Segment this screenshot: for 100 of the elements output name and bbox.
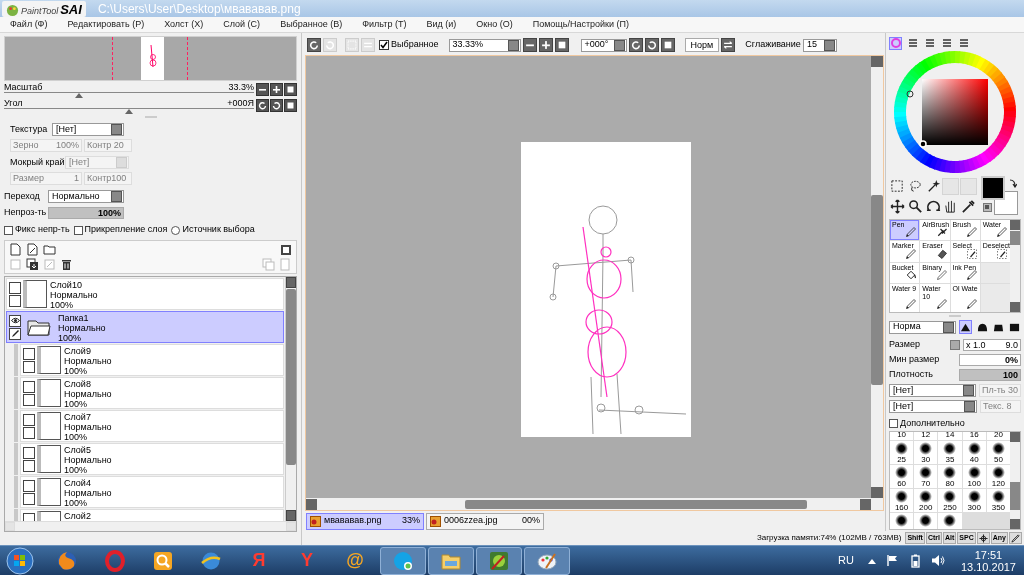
taskbar-app-button[interactable] <box>524 546 570 575</box>
zoom-icon[interactable] <box>907 198 923 214</box>
visibility-toggle[interactable] <box>23 413 35 426</box>
zoom-in-button[interactable] <box>538 38 553 52</box>
vertical-scrollbar[interactable] <box>871 56 883 498</box>
layer-row[interactable]: Слой7 Нормально 100% <box>20 410 284 442</box>
layer-row[interactable]: Слой9 Нормально 100% <box>20 344 284 376</box>
visibility-toggle[interactable] <box>23 347 35 360</box>
visibility-toggle[interactable] <box>23 446 35 459</box>
color-wheel[interactable] <box>894 51 1016 173</box>
modifier-key-indicator[interactable] <box>976 532 990 544</box>
brush-size-option[interactable]: 60 <box>890 465 914 488</box>
brush-shape-option[interactable] <box>959 320 973 334</box>
zoom-reset-button[interactable] <box>284 82 297 96</box>
language-indicator[interactable]: RU <box>838 552 854 569</box>
zoom-out-button[interactable] <box>256 82 269 96</box>
reset-colors-icon[interactable] <box>983 203 992 212</box>
up-arrow-icon[interactable] <box>867 557 876 564</box>
vertical-scrollbar[interactable] <box>1010 220 1020 312</box>
flag-icon[interactable] <box>885 554 899 567</box>
color-mode-tab[interactable] <box>889 36 902 50</box>
radio-button[interactable] <box>171 225 181 235</box>
smoothing-dropdown[interactable]: 15 <box>802 38 837 52</box>
brush-size-option[interactable]: 120 <box>986 465 1010 488</box>
menu-item[interactable]: Файл (Ф) <box>10 17 48 32</box>
menu-item[interactable]: Редактировать (Р) <box>67 17 145 32</box>
rotate-reset-button[interactable] <box>284 98 297 112</box>
move-icon[interactable] <box>890 198 905 214</box>
opacity-slider[interactable]: 100% <box>48 206 124 219</box>
edit-toggle[interactable] <box>23 459 35 472</box>
visibility-toggle[interactable] <box>23 380 35 393</box>
brush-size-option[interactable]: 20 <box>986 432 1010 440</box>
color-mode-tab[interactable] <box>923 36 936 50</box>
brush-size-option[interactable]: 16 <box>962 432 986 440</box>
density-slider[interactable]: 100 <box>959 368 1021 381</box>
speaker-icon[interactable] <box>930 554 945 567</box>
rotate-reset-button[interactable] <box>660 38 675 52</box>
color-mode-tab[interactable] <box>957 36 970 50</box>
brush-size-option[interactable] <box>938 513 962 529</box>
layer-row[interactable]: Слой8 Нормально 100% <box>20 377 284 409</box>
checkbox[interactable] <box>379 40 389 50</box>
zoom-reset-button[interactable] <box>554 38 569 52</box>
primary-color-swatch[interactable] <box>983 178 1003 198</box>
edit-toggle[interactable] <box>9 327 21 340</box>
layer-row[interactable]: Слой4 Нормально 100% <box>20 476 284 508</box>
brush-size-option[interactable]: 80 <box>938 465 962 488</box>
brush-size-option[interactable]: 40 <box>962 441 986 464</box>
page-icon[interactable] <box>9 243 22 256</box>
pen-page-icon[interactable] <box>26 243 39 256</box>
checkbox[interactable] <box>73 225 83 235</box>
swap-arrow-icon[interactable] <box>1009 179 1017 188</box>
rotate-icon[interactable] <box>925 198 941 214</box>
menu-item[interactable]: Вид (и) <box>426 17 457 32</box>
checkbox[interactable] <box>889 419 898 428</box>
vertical-scrollbar[interactable] <box>285 277 296 521</box>
min-size-slider[interactable]: 0% <box>959 353 1021 366</box>
taskbar-app-button[interactable]: @ <box>332 546 378 575</box>
blending-dropdown[interactable]: Нормально <box>48 190 124 203</box>
brush-size-option[interactable] <box>890 513 914 529</box>
visibility-toggle[interactable] <box>23 512 35 521</box>
windows-logo-icon[interactable] <box>6 546 34 575</box>
rotate-left-button[interactable] <box>628 38 643 52</box>
menu-item[interactable]: Помощь/Настройки (П) <box>532 17 630 32</box>
zoom-out-button[interactable] <box>522 38 537 52</box>
folder-row[interactable]: Папка1 Нормально 100% <box>6 311 284 343</box>
merge-down-icon[interactable] <box>26 258 39 271</box>
zoom-in-button[interactable] <box>270 82 283 96</box>
brush-size-option[interactable]: 160 <box>890 489 914 512</box>
mode-button[interactable]: Норм <box>684 38 720 52</box>
edit-toggle[interactable] <box>9 294 21 307</box>
menu-item[interactable]: Выбранное (В) <box>280 17 343 32</box>
angle-dropdown[interactable]: +000° <box>580 38 627 52</box>
document-tab[interactable]: мвававав.png 33% <box>306 512 424 530</box>
clock[interactable]: 17:51 13.10.2017 <box>960 548 1016 573</box>
brush-size-option[interactable] <box>914 513 938 529</box>
visibility-toggle[interactable] <box>23 479 35 492</box>
brush-size-field[interactable]: x 1.0 9.0 <box>963 339 1021 351</box>
vertical-scrollbar[interactable] <box>1010 432 1020 529</box>
edit-toggle[interactable] <box>23 360 35 373</box>
slider-track[interactable] <box>4 91 254 97</box>
brush-size-option[interactable]: 35 <box>938 441 962 464</box>
folder-icon[interactable] <box>43 243 56 256</box>
slider-thumb[interactable] <box>125 108 133 114</box>
edit-toggle[interactable] <box>23 492 35 505</box>
brush-size-option[interactable]: 300 <box>962 489 986 512</box>
brush-size-option[interactable]: 50 <box>986 441 1010 464</box>
rotate-right-button[interactable] <box>270 98 283 112</box>
modifier-key-indicator[interactable] <box>1009 532 1022 544</box>
visibility-toggle[interactable] <box>9 314 21 327</box>
rotate-right-button[interactable] <box>644 38 659 52</box>
trash-icon[interactable] <box>60 258 73 271</box>
eyedropper-icon[interactable] <box>961 198 977 214</box>
menu-item[interactable]: Холст (Х) <box>164 17 204 32</box>
layer-row[interactable]: Слой5 Нормально 100% <box>20 443 284 475</box>
brush-mode-dropdown[interactable]: Норма <box>889 320 957 334</box>
horizontal-scrollbar[interactable] <box>5 521 296 531</box>
color-mode-tab[interactable] <box>906 36 919 50</box>
menu-item[interactable]: Слой (С) <box>223 17 261 32</box>
brush-size-option[interactable]: 200 <box>914 489 938 512</box>
texture-dropdown[interactable]: [Нет] <box>52 123 124 136</box>
